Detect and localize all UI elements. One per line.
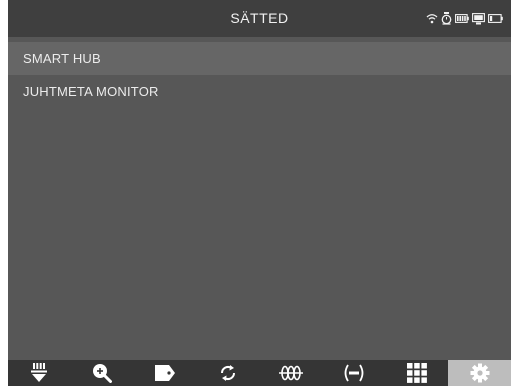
title-bar: SÄTTED [8,0,511,37]
tag-icon [154,364,176,382]
tag-button[interactable] [134,360,197,386]
list-item-wireless-monitor[interactable]: JUHTMETA MONITOR [8,75,511,108]
download-button[interactable] [8,360,71,386]
monitor-icon [472,12,485,25]
app-window: SÄTTED SMART HUB JUHTMETA MONITOR [8,0,511,386]
bottom-toolbar [8,360,511,386]
device-battery-icon [488,14,503,23]
settings-button[interactable] [448,360,511,386]
alarm-clock-icon [441,12,452,25]
list-item-smart-hub[interactable]: SMART HUB [8,42,511,75]
refresh-button[interactable] [197,360,260,386]
device-list: SMART HUB JUHTMETA MONITOR [8,42,511,108]
grid-button[interactable] [385,360,448,386]
battery-icon [455,14,469,23]
list-item-label: JUHTMETA MONITOR [23,84,159,99]
wireless-icon [342,363,366,383]
list-item-label: SMART HUB [23,51,101,66]
grid-icon [406,363,427,383]
wireless-button[interactable] [322,360,385,386]
zoom-in-icon [92,363,113,383]
settings-gear-icon [470,363,490,383]
status-bar [426,0,503,37]
signal-button[interactable] [260,360,323,386]
download-icon [30,363,48,383]
refresh-icon [218,363,238,383]
signal-wave-icon [278,364,304,382]
wifi-icon [426,13,438,24]
zoom-in-button[interactable] [71,360,134,386]
